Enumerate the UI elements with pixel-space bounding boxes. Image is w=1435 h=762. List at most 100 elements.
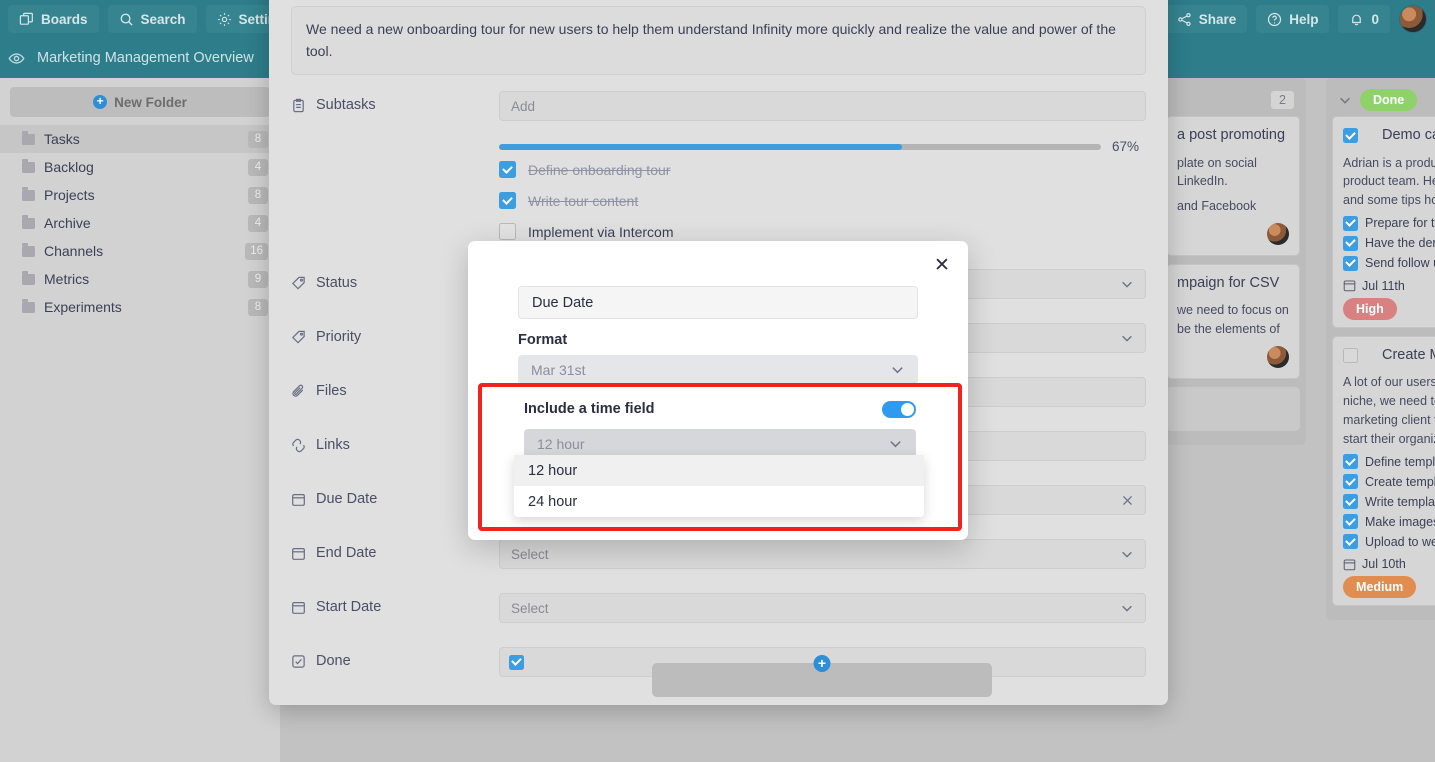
subtask-checkbox[interactable] — [499, 223, 516, 241]
field-row-end-date: End Date Select — [291, 539, 1146, 570]
boards-button[interactable]: Boards — [8, 5, 99, 33]
card-description: plate on social LinkedIn. — [1177, 155, 1257, 189]
close-icon[interactable] — [1121, 494, 1134, 507]
subtask-checkbox[interactable] — [1343, 235, 1358, 251]
field-name-input[interactable]: Due Date — [518, 286, 918, 319]
card-subtask[interactable]: Create templa — [1343, 474, 1435, 490]
done-label-group: Done — [291, 647, 499, 669]
sidebar-item-label: Backlog — [44, 159, 94, 175]
chevron-down-icon[interactable] — [1338, 93, 1352, 107]
help-label: Help — [1289, 11, 1319, 27]
close-icon[interactable]: ✕ — [930, 253, 954, 277]
board-card-placeholder[interactable] — [1166, 386, 1300, 431]
help-button[interactable]: Help — [1256, 5, 1330, 33]
field-label: Start Date — [316, 599, 382, 616]
avatar — [1267, 345, 1289, 368]
sidebar-item-experiments[interactable]: Experiments 8 — [0, 293, 280, 321]
card-title: Demo call — [1382, 127, 1435, 143]
boards-label: Boards — [41, 11, 88, 27]
eye-icon[interactable] — [8, 50, 25, 67]
board-card[interactable]: Create Ma A lot of our users niche, we n… — [1332, 335, 1435, 607]
card-subtask[interactable]: Define templa — [1343, 454, 1435, 470]
search-button[interactable]: Search — [107, 5, 197, 33]
include-time-field-row: Include a time field — [524, 397, 916, 421]
card-footer — [1177, 345, 1289, 369]
board-card[interactable]: Demo call Adrian is a produc product tea… — [1332, 116, 1435, 328]
done-checkbox[interactable] — [509, 654, 524, 670]
sidebar-item-label: Channels — [44, 243, 104, 259]
start-date-select[interactable]: Select — [499, 593, 1146, 624]
card-checkbox[interactable] — [1343, 348, 1358, 364]
folder-icon — [22, 298, 35, 313]
sidebar-item-label: Projects — [44, 187, 95, 203]
board-card[interactable]: a post promoting plate on social LinkedI… — [1166, 116, 1300, 256]
page-title: Marketing Management Overview — [37, 50, 254, 66]
sidebar-item-count: 9 — [248, 270, 268, 288]
sidebar-item-projects[interactable]: Projects 8 — [0, 181, 280, 209]
notifications-button[interactable]: 0 — [1338, 5, 1390, 33]
dropdown-option-12-hour[interactable]: 12 hour — [514, 455, 924, 486]
sidebar-item-tasks[interactable]: Tasks 8 — [0, 125, 280, 153]
panel-footer-bar[interactable]: + — [652, 655, 992, 697]
subtasks-field: Add 67% Define onboarding tour Write tou… — [499, 91, 1146, 247]
card-subtask[interactable]: Prepare for th — [1343, 215, 1435, 231]
sidebar: + New Folder Tasks 8 Backlog 4 Projects … — [0, 78, 280, 762]
avatar[interactable] — [1399, 5, 1427, 33]
end-date-value: Select — [511, 546, 549, 562]
subtask-checkbox[interactable] — [1343, 514, 1358, 530]
subtask-item[interactable]: Define onboarding tour — [499, 154, 1146, 185]
card-subtask[interactable]: Have the dem — [1343, 235, 1435, 251]
column-count-badge: 2 — [1271, 91, 1294, 109]
boards-icon — [19, 12, 34, 27]
subtask-checkbox[interactable] — [1343, 494, 1358, 510]
subtask-checkbox[interactable] — [499, 161, 516, 179]
subtask-checkbox[interactable] — [499, 192, 516, 210]
subtask-checkbox[interactable] — [1343, 215, 1358, 231]
subtask-label: Implement via Intercom — [528, 223, 674, 240]
subtask-checkbox[interactable] — [1343, 454, 1358, 470]
top-right-actions: Share Help 0 — [1165, 5, 1427, 33]
share-button[interactable]: Share — [1165, 5, 1248, 33]
sidebar-item-metrics[interactable]: Metrics 9 — [0, 265, 280, 293]
plus-icon: + — [93, 95, 108, 109]
sidebar-item-channels[interactable]: Channels 16 — [0, 237, 280, 265]
include-time-field-toggle[interactable] — [882, 400, 916, 418]
subtasks-label-group: Subtasks — [291, 91, 499, 113]
subtask-item[interactable]: Write tour content — [499, 185, 1146, 216]
dropdown-option-24-hour[interactable]: 24 hour — [514, 486, 924, 517]
subtask-checkbox[interactable] — [1343, 255, 1358, 271]
subtask-checkbox[interactable] — [1343, 474, 1358, 490]
folder-icon — [22, 158, 35, 173]
checkbox-icon — [291, 654, 306, 669]
card-date-label: Jul 10th — [1362, 557, 1406, 572]
end-date-select[interactable]: Select — [499, 539, 1146, 570]
sidebar-item-backlog[interactable]: Backlog 4 — [0, 153, 280, 181]
new-folder-label: New Folder — [114, 94, 187, 110]
format-select[interactable]: Mar 31st — [518, 355, 918, 384]
sidebar-item-count: 8 — [248, 130, 268, 148]
board-card[interactable]: mpaign for CSV we need to focus on be th… — [1166, 263, 1300, 379]
card-subtask[interactable]: Make images — [1343, 514, 1435, 530]
calendar-icon — [1343, 279, 1356, 292]
task-description[interactable]: We need a new onboarding tour for new us… — [291, 6, 1146, 76]
subtask-checkbox[interactable] — [1343, 534, 1358, 550]
subtask-label: Define onboarding tour — [528, 161, 671, 178]
sidebar-item-archive[interactable]: Archive 4 — [0, 209, 280, 237]
time-format-select[interactable]: 12 hour — [524, 429, 916, 458]
card-checkbox[interactable] — [1343, 128, 1358, 144]
new-folder-button[interactable]: + New Folder — [10, 87, 270, 117]
subtask-label: Upload to web — [1365, 534, 1435, 549]
sidebar-item-count: 8 — [248, 298, 268, 316]
clipboard-icon — [291, 98, 306, 113]
progress-percent: 67% — [1112, 139, 1140, 155]
card-subtask[interactable]: Send follow up — [1343, 255, 1435, 271]
help-icon — [1267, 12, 1282, 27]
progress-track — [499, 143, 1101, 150]
card-footer — [1177, 222, 1289, 246]
sidebar-item-label: Experiments — [44, 299, 122, 315]
card-subtask[interactable]: Upload to web — [1343, 534, 1435, 550]
plus-icon[interactable]: + — [813, 655, 831, 672]
subtask-add-input[interactable]: Add — [499, 91, 1146, 122]
card-subtask[interactable]: Write template — [1343, 494, 1435, 510]
subtask-label: Send follow up — [1365, 256, 1435, 271]
